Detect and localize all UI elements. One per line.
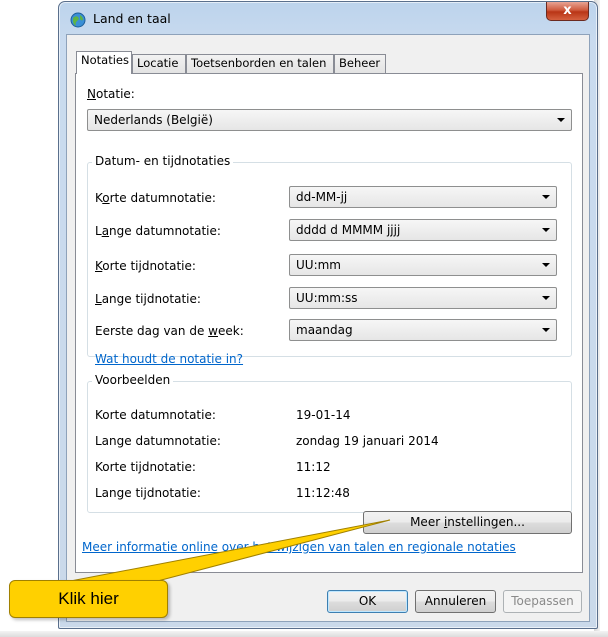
title-bar[interactable]: Land en taal x <box>59 2 597 34</box>
globe-icon <box>70 12 86 28</box>
format-label: Notatie: <box>87 87 135 101</box>
apply-button[interactable]: Toepassen <box>503 590 582 613</box>
short-time-label: Korte tijdnotatie: <box>95 259 196 273</box>
datetime-group-title: Datum- en tijdnotaties <box>92 154 234 168</box>
chevron-down-icon <box>542 328 550 332</box>
example-label: Lange datumnotatie: <box>95 434 221 448</box>
dialog-window: Land en taal x Notaties Locatie Toetsenb… <box>58 1 598 629</box>
example-label: Korte tijdnotatie: <box>95 460 196 474</box>
chevron-down-icon <box>542 296 550 300</box>
chevron-down-icon <box>542 195 550 199</box>
callout-text: Klik hier <box>58 589 119 608</box>
tab-notaties[interactable]: Notaties <box>76 51 132 74</box>
ok-button[interactable]: OK <box>327 590 408 613</box>
short-date-label: Korte datumnotatie: <box>95 191 216 205</box>
page-edge-shadow-bottom <box>0 631 608 637</box>
example-value: 19-01-14 <box>296 408 351 422</box>
first-day-select[interactable]: maandag <box>289 319 557 341</box>
annotation-callout: Klik hier <box>9 580 168 618</box>
tab-locatie[interactable]: Locatie <box>132 54 186 73</box>
short-time-select[interactable]: UU:mm <box>289 254 557 276</box>
example-label: Lange tijdnotatie: <box>95 486 201 500</box>
notation-help-link[interactable]: Wat houdt de notatie in? <box>95 352 243 366</box>
long-time-select[interactable]: UU:mm:ss <box>289 287 557 309</box>
short-date-select[interactable]: dd-MM-jj <box>289 186 557 208</box>
tab-panel-notaties: Notatie: Nederlands (België) Datum- en t… <box>75 73 583 573</box>
long-date-label: Lange datumnotatie: <box>95 224 221 238</box>
more-settings-button[interactable]: Meer instellingen... <box>363 511 572 534</box>
format-select[interactable]: Nederlands (België) <box>87 109 572 131</box>
window-title: Land en taal <box>93 11 171 26</box>
examples-group-title: Voorbeelden <box>92 373 174 387</box>
chevron-down-icon <box>542 263 550 267</box>
dialog-client-area: Notaties Locatie Toetsenborden en talen … <box>66 34 590 622</box>
cancel-button[interactable]: Annuleren <box>415 590 496 613</box>
tab-toetsenborden[interactable]: Toetsenborden en talen <box>186 54 334 73</box>
more-info-link[interactable]: Meer informatie online over het wijzigen… <box>82 540 516 554</box>
example-label: Korte datumnotatie: <box>95 408 216 422</box>
example-value: 11:12:48 <box>296 486 350 500</box>
close-button[interactable]: x <box>546 2 589 21</box>
first-day-label: Eerste dag van de week: <box>95 324 244 338</box>
tab-beheer[interactable]: Beheer <box>334 54 386 73</box>
close-icon: x <box>563 3 572 18</box>
chevron-down-icon <box>542 228 550 232</box>
example-value: 11:12 <box>296 460 331 474</box>
example-value: zondag 19 januari 2014 <box>296 434 439 448</box>
chevron-down-icon <box>557 118 565 122</box>
long-time-label: Lange tijdnotatie: <box>95 292 201 306</box>
long-date-select[interactable]: dddd d MMMM jjjj <box>289 219 557 241</box>
